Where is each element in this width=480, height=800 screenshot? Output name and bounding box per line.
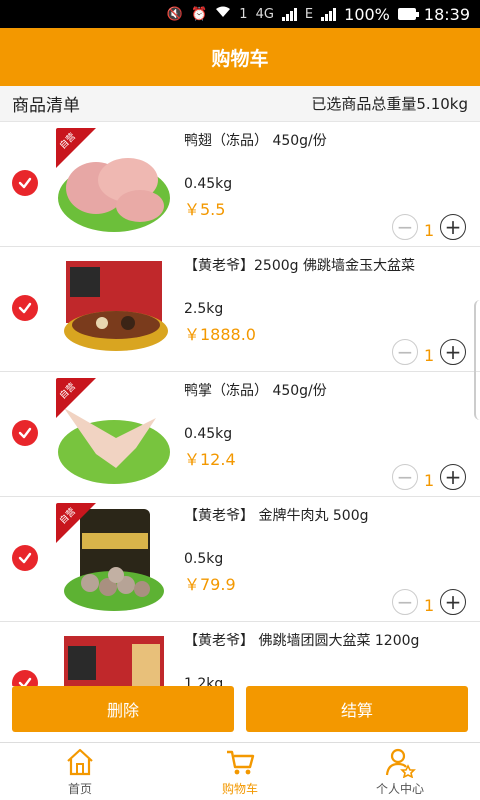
check-icon — [18, 552, 32, 564]
mute-icon: 🔇 — [166, 6, 184, 22]
clock: 18:39 — [423, 4, 470, 24]
beef-balls-image[interactable]: 自营 — [56, 503, 172, 615]
self-operated-tag: 自营 — [56, 503, 96, 543]
item-price: ￥1888.0 — [184, 325, 256, 344]
item-name[interactable]: 鸭掌（冻品） 450g/份 — [184, 380, 474, 400]
cart-item: 自营 鸭翅（冻品） 450g/份 0.45kg ￥5.5 − 1 + — [0, 122, 480, 247]
battery-percent: 100% — [344, 4, 390, 24]
quantity-stepper: − 1 + — [392, 589, 466, 615]
item-weight: 0.45kg — [184, 176, 233, 192]
increase-quantity-button[interactable]: + — [440, 214, 466, 240]
scroll-edge-indicator — [474, 300, 480, 420]
signal-icon-2 — [321, 7, 337, 21]
decrease-quantity-button[interactable]: − — [392, 339, 418, 365]
page-header: 购物车 — [0, 28, 480, 86]
bottom-tab-bar: 首页 购物车 个人中心 — [0, 742, 480, 800]
tab-cart[interactable]: 购物车 — [160, 743, 320, 800]
list-title: 商品清单 — [12, 96, 80, 116]
page-title: 购物车 — [211, 47, 269, 70]
sim-badge: 1 — [239, 6, 248, 22]
check-icon — [18, 302, 32, 314]
tab-home[interactable]: 首页 — [0, 743, 160, 800]
increase-quantity-button[interactable]: + — [440, 464, 466, 490]
item-select-checkbox[interactable] — [12, 545, 38, 571]
home-icon — [67, 748, 93, 776]
network-label: 4G — [255, 6, 274, 22]
item-select-checkbox[interactable] — [12, 420, 38, 446]
cart-actions: 删除 结算 — [0, 686, 480, 742]
tab-home-label: 首页 — [67, 782, 92, 796]
checkout-button[interactable]: 结算 — [246, 686, 468, 732]
cart-icon — [227, 750, 255, 775]
cart-item-list[interactable]: 自营 鸭翅（冻品） 450g/份 0.45kg ￥5.5 − 1 + 【黄老爷】… — [0, 122, 480, 686]
duck-feet-image[interactable]: 自营 — [56, 378, 172, 490]
increase-quantity-button[interactable]: + — [440, 339, 466, 365]
item-select-checkbox[interactable] — [12, 670, 38, 686]
quantity-value: 1 — [424, 345, 435, 365]
tab-profile-label: 个人中心 — [375, 782, 424, 796]
increase-quantity-button[interactable]: + — [440, 589, 466, 615]
cart-item: 自营 【黄老爷】 金牌牛肉丸 500g 0.5kg ￥79.9 − 1 + — [0, 497, 480, 622]
tuanyuan-gift-box-image[interactable] — [56, 628, 172, 686]
quantity-stepper: − 1 + — [392, 339, 466, 365]
quantity-stepper: − 1 + — [392, 464, 466, 490]
item-weight: 0.45kg — [184, 426, 233, 442]
decrease-quantity-button[interactable]: − — [392, 464, 418, 490]
battery-icon — [397, 8, 419, 20]
signal-icon — [281, 7, 297, 21]
item-name[interactable]: 【黄老爷】 佛跳墙团圆大盆菜 1200g — [184, 630, 474, 650]
item-name[interactable]: 【黄老爷】 金牌牛肉丸 500g — [184, 505, 474, 525]
quantity-value: 1 — [424, 220, 435, 240]
total-weight: 已选商品总重量5.10kg — [311, 95, 468, 113]
tab-cart-label: 购物车 — [221, 782, 258, 796]
check-icon — [18, 677, 32, 686]
quantity-value: 1 — [424, 595, 435, 615]
delete-button[interactable]: 删除 — [12, 686, 234, 732]
item-select-checkbox[interactable] — [12, 170, 38, 196]
decrease-quantity-button[interactable]: − — [392, 589, 418, 615]
item-weight: 2.5kg — [184, 301, 224, 317]
data-badge: E — [304, 6, 314, 22]
user-icon — [385, 748, 416, 778]
check-icon — [18, 427, 32, 439]
item-weight: 0.5kg — [184, 551, 224, 567]
check-icon — [18, 177, 32, 189]
list-summary-bar: 商品清单 已选商品总重量5.10kg — [0, 86, 480, 122]
cart-item: 【黄老爷】2500g 佛跳墙金玉大盆菜 2.5kg ￥1888.0 − 1 + — [0, 247, 480, 372]
item-name[interactable]: 【黄老爷】2500g 佛跳墙金玉大盆菜 — [184, 255, 474, 275]
item-weight: 1.2kg — [184, 676, 224, 686]
decrease-quantity-button[interactable]: − — [392, 214, 418, 240]
quantity-value: 1 — [424, 470, 435, 490]
duck-wings-image[interactable]: 自营 — [56, 128, 172, 240]
wifi-icon — [215, 5, 231, 23]
cart-item: 自营 鸭掌（冻品） 450g/份 0.45kg ￥12.4 − 1 + — [0, 372, 480, 497]
self-operated-tag: 自营 — [56, 128, 96, 168]
quantity-stepper: − 1 + — [392, 214, 466, 240]
fotiaoqiang-gift-box-image[interactable] — [56, 253, 172, 365]
item-select-checkbox[interactable] — [12, 295, 38, 321]
item-price: ￥5.5 — [184, 200, 226, 219]
self-operated-tag: 自营 — [56, 378, 96, 418]
cart-item: 【黄老爷】 佛跳墙团圆大盆菜 1200g 1.2kg — [0, 622, 480, 686]
item-price: ￥12.4 — [184, 450, 236, 469]
item-price: ￥79.9 — [184, 575, 236, 594]
tab-profile[interactable]: 个人中心 — [320, 743, 480, 800]
alarm-icon: ⏰ — [191, 6, 208, 22]
status-bar: 🔇 ⏰ 1 4G E 100% 18:39 — [0, 0, 480, 28]
item-name[interactable]: 鸭翅（冻品） 450g/份 — [184, 130, 474, 150]
